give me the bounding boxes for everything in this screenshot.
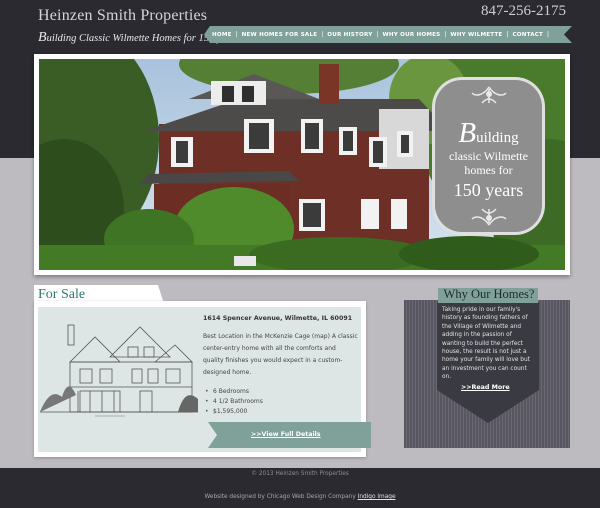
view-details-link[interactable]: >>View Full Details — [251, 431, 321, 438]
tagline-initial: B — [38, 30, 47, 45]
main-nav: HOME | NEW HOMES FOR SALE | OUR HISTORY … — [204, 26, 572, 43]
listing-features: 6 Bedrooms 4 1/2 Bathrooms $1,595,000 — [205, 387, 263, 417]
why-heading: Why Our Homes? — [443, 287, 535, 301]
badge-line-1: uilding — [476, 130, 519, 146]
why-text: Taking pride in our family's history as … — [442, 307, 530, 381]
nav-separator: | — [506, 31, 509, 38]
credit-link[interactable]: Indigo Image — [358, 494, 396, 500]
feature-price: $1,595,000 — [205, 407, 263, 417]
site-title[interactable]: Heinzen Smith Properties — [38, 7, 207, 25]
nav-item-why-our-homes[interactable]: WHY OUR HOMES — [383, 32, 441, 38]
house-sketch-icon[interactable] — [40, 317, 198, 417]
why-our-homes-section: Why Our Homes? Taking pride in our famil… — [404, 286, 570, 450]
badge-line-2: classic Wilmette — [449, 149, 528, 164]
listing-address: 1614 Spencer Avenue, Wilmette, IL 60091 — [203, 315, 353, 322]
nav-separator: | — [376, 31, 379, 38]
nav-separator: | — [321, 31, 324, 38]
flourish-bottom-icon — [471, 208, 507, 226]
phone-number: 847-256-2175 — [481, 3, 566, 19]
nav-separator: | — [444, 31, 447, 38]
read-more-link[interactable]: >>Read More — [461, 384, 510, 391]
feature-bedrooms: 6 Bedrooms — [205, 387, 263, 397]
badge-line-4: 150 years — [453, 179, 524, 200]
credit-text: Website designed by Chicago Web Design C… — [204, 494, 356, 500]
view-details-button[interactable]: >>View Full Details — [208, 422, 371, 448]
for-sale-section: 1614 Spencer Avenue, Wilmette, IL 60091 … — [34, 285, 371, 457]
listing-description: Best Location in the McKenzie Cage (map)… — [203, 333, 358, 376]
nav-item-contact[interactable]: CONTACT — [512, 32, 543, 38]
badge-line-3: homes for — [464, 163, 513, 178]
nav-separator: | — [547, 31, 550, 38]
nav-item-why-wilmette[interactable]: WHY WILMETTE — [450, 32, 502, 38]
for-sale-heading: For Sale — [38, 287, 86, 302]
nav-item-new-homes[interactable]: NEW HOMES FOR SALE — [242, 32, 318, 38]
nav-separator: | — [235, 31, 238, 38]
flourish-top-icon — [471, 86, 507, 104]
footer-copyright: © 2013 Heinzen Smith Properties — [251, 471, 349, 477]
footer-credit: Website designed by Chicago Web Design C… — [0, 494, 600, 500]
nav-item-our-history[interactable]: OUR HISTORY — [327, 32, 372, 38]
feature-bathrooms: 4 1/2 Bathrooms — [205, 397, 263, 407]
hero-badge: Building classic Wilmette homes for 150 … — [432, 77, 545, 235]
badge-initial: B — [458, 117, 477, 149]
nav-item-home[interactable]: HOME — [212, 32, 232, 38]
